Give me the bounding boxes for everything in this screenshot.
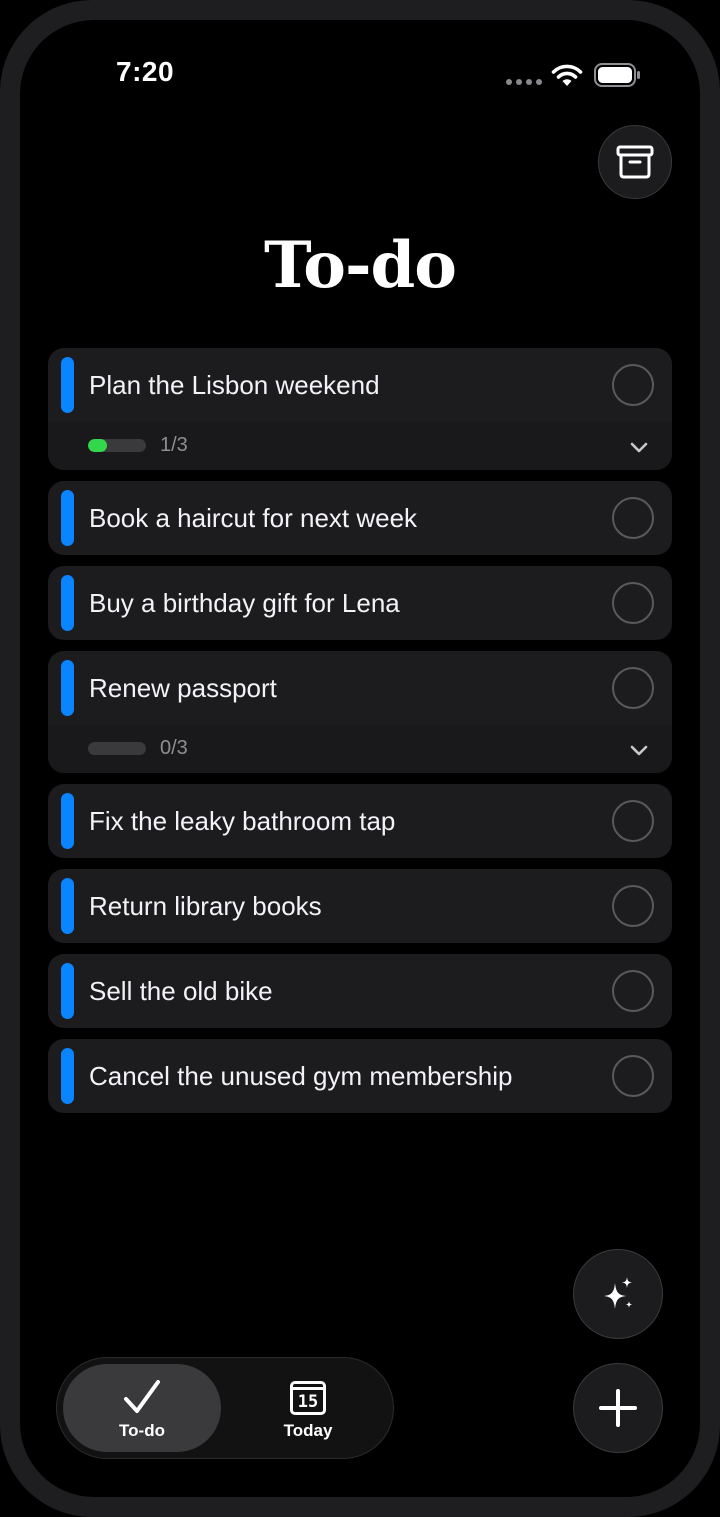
task-row[interactable]: Buy a birthday gift for Lena [48, 566, 672, 640]
subtask-summary[interactable]: 1/3 [48, 422, 672, 470]
task-title: Plan the Lisbon weekend [89, 370, 380, 400]
task-title: Renew passport [89, 673, 277, 703]
subtask-progress-bar [88, 742, 146, 755]
calendar-day: 15 [297, 1392, 319, 1412]
task-title: Book a haircut for next week [89, 503, 418, 533]
subtask-count: 1/3 [160, 434, 188, 456]
complete-checkbox[interactable] [612, 497, 654, 539]
task-title: Fix the leaky bathroom tap [89, 806, 396, 836]
complete-checkbox[interactable] [612, 667, 654, 709]
task-color-indicator [61, 1048, 74, 1104]
task-list: Plan the Lisbon weekend 1/3 Book a hairc… [48, 348, 672, 1113]
task-card: Renew passport 0/3 [48, 651, 672, 773]
battery-icon [594, 63, 640, 87]
tab-today[interactable]: 15 Today [229, 1364, 387, 1452]
complete-checkbox[interactable] [612, 582, 654, 624]
task-color-indicator [61, 490, 74, 546]
task-title: Return library books [89, 891, 322, 921]
subtask-summary[interactable]: 0/3 [48, 725, 672, 773]
tab-label: Today [283, 1421, 333, 1440]
task-row[interactable]: Fix the leaky bathroom tap [48, 784, 672, 858]
task-row[interactable]: Return library books [48, 869, 672, 943]
ai-assist-button[interactable] [573, 1249, 663, 1339]
task-row[interactable]: Plan the Lisbon weekend [48, 348, 672, 422]
task-color-indicator [61, 575, 74, 631]
subtask-progress-bar [88, 439, 146, 452]
tab-bar: To-do 15 Today [56, 1357, 394, 1459]
task-title: Cancel the unused gym membership [89, 1061, 513, 1091]
complete-checkbox[interactable] [612, 800, 654, 842]
task-row[interactable]: Book a haircut for next week [48, 481, 672, 555]
page-title: To-do [264, 228, 457, 303]
task-card: Return library books [48, 869, 672, 943]
task-card: Fix the leaky bathroom tap [48, 784, 672, 858]
cellular-dots-icon [506, 79, 542, 85]
task-color-indicator [61, 878, 74, 934]
status-time: 7:20 [116, 56, 175, 87]
task-card: Plan the Lisbon weekend 1/3 [48, 348, 672, 470]
task-row[interactable]: Sell the old bike [48, 954, 672, 1028]
sparkle-icon [604, 1277, 632, 1309]
task-title: Sell the old bike [89, 976, 273, 1006]
task-color-indicator [61, 660, 74, 716]
chevron-down-icon[interactable] [628, 436, 650, 458]
task-color-indicator [61, 963, 74, 1019]
task-card: Book a haircut for next week [48, 481, 672, 555]
task-card: Sell the old bike [48, 954, 672, 1028]
wifi-icon [551, 64, 583, 86]
archive-button[interactable] [598, 125, 672, 199]
task-card: Cancel the unused gym membership [48, 1039, 672, 1113]
plus-icon [599, 1389, 637, 1427]
task-title: Buy a birthday gift for Lena [89, 588, 400, 618]
tab-todo[interactable]: To-do [63, 1364, 221, 1452]
subtask-count: 0/3 [160, 737, 188, 759]
tab-label: To-do [119, 1421, 165, 1440]
task-row[interactable]: Renew passport [48, 651, 672, 725]
task-card: Buy a birthday gift for Lena [48, 566, 672, 640]
calendar-icon: 15 [290, 1381, 326, 1415]
task-row[interactable]: Cancel the unused gym membership [48, 1039, 672, 1113]
complete-checkbox[interactable] [612, 1055, 654, 1097]
task-color-indicator [61, 357, 74, 413]
chevron-down-icon[interactable] [628, 739, 650, 761]
complete-checkbox[interactable] [612, 970, 654, 1012]
checkmark-icon [124, 1380, 160, 1413]
archive-box-icon [616, 145, 654, 179]
complete-checkbox[interactable] [612, 885, 654, 927]
add-task-button[interactable] [573, 1363, 663, 1453]
complete-checkbox[interactable] [612, 364, 654, 406]
subtask-progress-fill [88, 439, 108, 452]
task-color-indicator [61, 793, 74, 849]
